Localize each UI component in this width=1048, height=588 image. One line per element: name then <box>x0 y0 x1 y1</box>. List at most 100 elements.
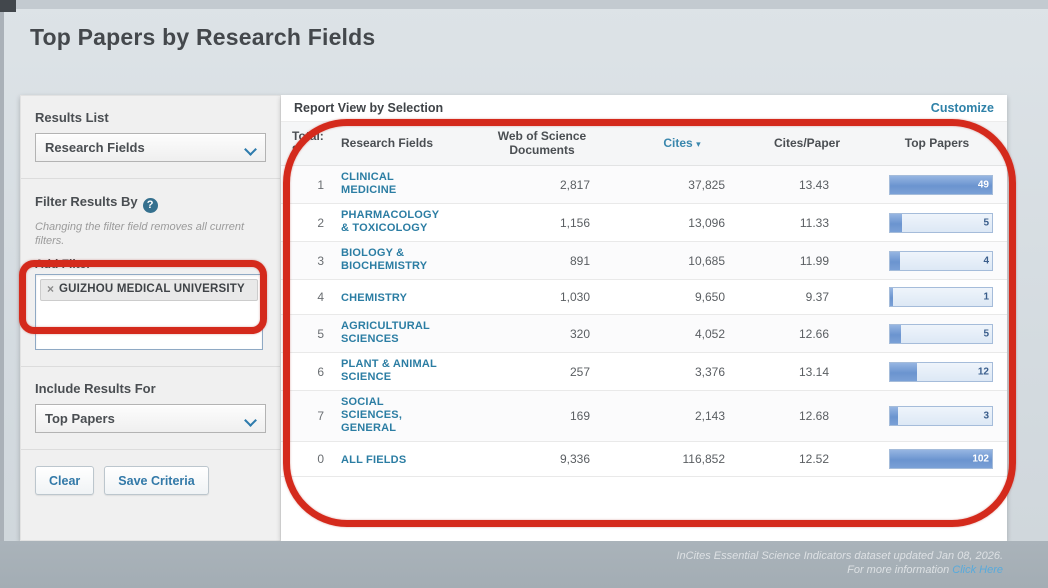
cites-per-paper-cell: 12.66 <box>747 327 867 341</box>
top-papers-cell: 4 <box>867 251 1007 271</box>
rank-cell: 3 <box>281 254 337 268</box>
table-row: 5AGRICULTURAL SCIENCES3204,05212.665 <box>281 315 1007 353</box>
bar-value: 4 <box>983 255 989 266</box>
table-row: 6PLANT & ANIMAL SCIENCE2573,37613.1412 <box>281 353 1007 391</box>
footer-line1: InCites Essential Science Indicators dat… <box>676 549 1003 563</box>
rank-cell: 6 <box>281 365 337 379</box>
wos-documents-cell: 1,156 <box>467 216 617 230</box>
top-papers-cell: 102 <box>867 449 1007 469</box>
table-row: 4CHEMISTRY1,0309,6509.371 <box>281 280 1007 315</box>
top-papers-cell: 5 <box>867 324 1007 344</box>
bar-fill <box>890 363 917 381</box>
results-list-value: Research Fields <box>45 140 145 155</box>
chevron-down-icon <box>243 143 257 152</box>
cites-cell: 116,852 <box>617 452 747 466</box>
field-link[interactable]: PLANT & ANIMAL SCIENCE <box>341 358 443 384</box>
footer-line2-text: For more information <box>847 564 952 576</box>
field-cell: AGRICULTURAL SCIENCES <box>337 320 467 347</box>
page-title: Top Papers by Research Fields <box>30 24 375 51</box>
field-cell: PHARMACOLOGY & TOXICOLOGY <box>337 209 467 236</box>
top-papers-bar: 5 <box>889 324 993 344</box>
top-papers-cell: 1 <box>867 287 1007 307</box>
table-row: 1CLINICAL MEDICINE2,81737,82513.4349 <box>281 166 1007 204</box>
window-left-edge <box>0 0 4 588</box>
bar-fill <box>890 325 901 343</box>
field-link[interactable]: PHARMACOLOGY & TOXICOLOGY <box>341 209 443 235</box>
table-row: 7SOCIAL SCIENCES, GENERAL1692,14312.683 <box>281 391 1007 442</box>
report-toolbar: Report View by Selection Customize <box>281 95 1007 122</box>
filter-box: × GUIZHOU MEDICAL UNIVERSITY <box>35 274 263 350</box>
filter-results-label: Filter Results By <box>35 194 138 209</box>
report-view-title: Report View by Selection <box>294 101 443 115</box>
results-list-label: Results List <box>35 110 266 125</box>
filter-results-section: Filter Results By? Changing the filter f… <box>21 178 280 366</box>
bar-fill <box>890 252 900 270</box>
field-cell: PLANT & ANIMAL SCIENCE <box>337 358 467 385</box>
filter-tag: × GUIZHOU MEDICAL UNIVERSITY <box>40 279 258 301</box>
bar-value: 1 <box>983 292 989 303</box>
field-link[interactable]: SOCIAL SCIENCES, GENERAL <box>341 396 443 435</box>
field-link[interactable]: CLINICAL MEDICINE <box>341 171 443 197</box>
filter-input-area[interactable] <box>40 301 258 323</box>
cites-header-label: Cites <box>663 136 692 150</box>
wos-documents-cell: 891 <box>467 254 617 268</box>
rank-cell: 1 <box>281 178 337 192</box>
table-row: 2PHARMACOLOGY & TOXICOLOGY1,15613,09611.… <box>281 204 1007 242</box>
cites-cell: 4,052 <box>617 327 747 341</box>
report-panel: Report View by Selection Customize Total… <box>281 95 1007 541</box>
bar-value: 12 <box>978 366 989 377</box>
cites-per-paper-cell: 13.43 <box>747 178 867 192</box>
cites-per-paper-cell: 12.52 <box>747 452 867 466</box>
total-value: 8 <box>292 143 337 157</box>
field-cell: CLINICAL MEDICINE <box>337 171 467 198</box>
customize-link[interactable]: Customize <box>931 101 994 115</box>
field-link[interactable]: BIOLOGY & BIOCHEMISTRY <box>341 247 443 273</box>
cites-cell: 13,096 <box>617 216 747 230</box>
top-papers-cell: 12 <box>867 362 1007 382</box>
cites-cell: 10,685 <box>617 254 747 268</box>
bar-value: 5 <box>983 217 989 228</box>
table-body: 1CLINICAL MEDICINE2,81737,82513.43492PHA… <box>281 166 1007 477</box>
results-list-select[interactable]: Research Fields <box>35 133 266 162</box>
top-papers-cell: 5 <box>867 213 1007 233</box>
help-icon[interactable]: ? <box>143 198 158 213</box>
filters-sidebar: Results List Research Fields Filter Resu… <box>20 95 281 541</box>
bar-fill <box>890 214 902 232</box>
rank-cell: 7 <box>281 409 337 423</box>
bar-value: 102 <box>972 454 989 465</box>
table-header-row: Total: 8 Research Fields Web of Science … <box>281 122 1007 166</box>
top-papers-bar: 102 <box>889 449 993 469</box>
top-papers-bar: 3 <box>889 406 993 426</box>
cites-per-paper-cell: 11.99 <box>747 254 867 268</box>
wos-documents-cell: 169 <box>467 409 617 423</box>
field-link[interactable]: CHEMISTRY <box>341 292 407 305</box>
rank-cell: 4 <box>281 290 337 304</box>
remove-tag-icon[interactable]: × <box>47 283 54 296</box>
click-here-link[interactable]: Click Here <box>952 564 1003 576</box>
field-link[interactable]: ALL FIELDS <box>341 454 406 467</box>
column-header-cites-per-paper: Cites/Paper <box>747 136 867 150</box>
bar-value: 3 <box>983 411 989 422</box>
include-results-select[interactable]: Top Papers <box>35 404 266 433</box>
bar-fill <box>890 176 992 194</box>
total-label: Total: <box>292 129 337 143</box>
cites-cell: 3,376 <box>617 365 747 379</box>
bar-fill <box>890 288 893 306</box>
wos-documents-cell: 1,030 <box>467 290 617 304</box>
field-cell: SOCIAL SCIENCES, GENERAL <box>337 396 467 436</box>
include-results-label: Include Results For <box>35 381 266 396</box>
cites-cell: 37,825 <box>617 178 747 192</box>
rank-cell: 5 <box>281 327 337 341</box>
sidebar-actions: Clear Save Criteria <box>21 449 280 511</box>
footer-note: InCites Essential Science Indicators dat… <box>676 549 1003 577</box>
top-papers-cell: 3 <box>867 406 1007 426</box>
table-row: 0ALL FIELDS9,336116,85212.52102 <box>281 442 1007 477</box>
clear-button[interactable]: Clear <box>35 466 94 495</box>
field-cell: CHEMISTRY <box>337 288 467 306</box>
save-criteria-button[interactable]: Save Criteria <box>104 466 208 495</box>
field-cell: BIOLOGY & BIOCHEMISTRY <box>337 247 467 274</box>
column-header-cites[interactable]: Cites ▾ <box>617 136 747 151</box>
top-papers-bar: 49 <box>889 175 993 195</box>
bar-value: 5 <box>983 328 989 339</box>
field-link[interactable]: AGRICULTURAL SCIENCES <box>341 320 443 346</box>
